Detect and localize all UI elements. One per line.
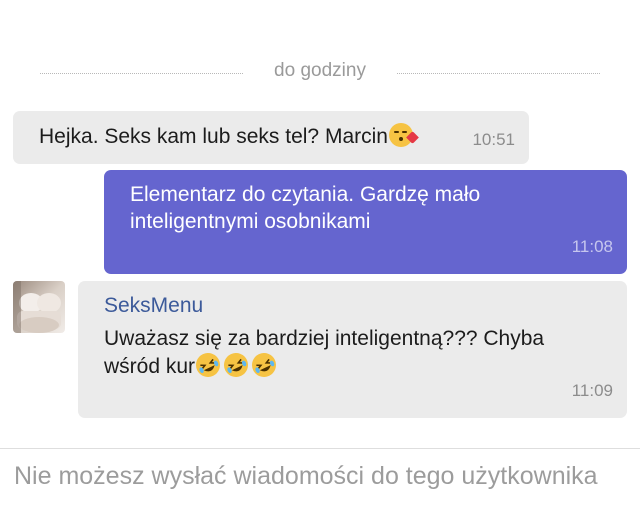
- chat-screen: do godziny Hejka. Seks kam lub seks tel?…: [0, 0, 640, 529]
- message-time: 11:09: [571, 381, 613, 400]
- message-bubble-incoming[interactable]: SeksMenu Uważasz się za bardziej intelig…: [78, 281, 627, 418]
- divider-line-left: [40, 73, 243, 74]
- rofl-emoji-icon: [252, 353, 277, 377]
- sender-name[interactable]: SeksMenu: [104, 292, 203, 319]
- message-time: 11:08: [571, 237, 613, 256]
- divider-line-right: [397, 73, 600, 74]
- message-time: 10:51: [472, 130, 515, 149]
- rofl-emoji-icon: [196, 353, 221, 377]
- date-divider-label: do godziny: [274, 60, 366, 81]
- rofl-emoji-icon: [224, 353, 249, 377]
- message-text: Elementarz do czytania. Gardzę mało inte…: [130, 183, 481, 233]
- message-bubble-outgoing[interactable]: Elementarz do czytania. Gardzę mało inte…: [104, 170, 627, 274]
- message-bubble-incoming[interactable]: Hejka. Seks kam lub seks tel? Marcin 10:…: [13, 111, 529, 164]
- date-divider: do godziny: [0, 58, 640, 88]
- sender-avatar[interactable]: [13, 281, 65, 333]
- message-text: Hejka. Seks kam lub seks tel? Marcin: [39, 125, 388, 148]
- message-text-wrapper: Uważasz się za bardziej inteligentną??? …: [104, 325, 604, 380]
- message-text: Uważasz się za bardziej inteligentną??? …: [104, 327, 545, 378]
- cannot-send-notice: Nie możesz wysłać wiadomości do tego uży…: [14, 462, 598, 490]
- kissing-face-emoji-icon: [388, 123, 419, 147]
- avatar-photo-icon: [13, 281, 65, 333]
- message-text-wrapper: Hejka. Seks kam lub seks tel? Marcin: [39, 123, 419, 150]
- footer-separator: [0, 448, 640, 449]
